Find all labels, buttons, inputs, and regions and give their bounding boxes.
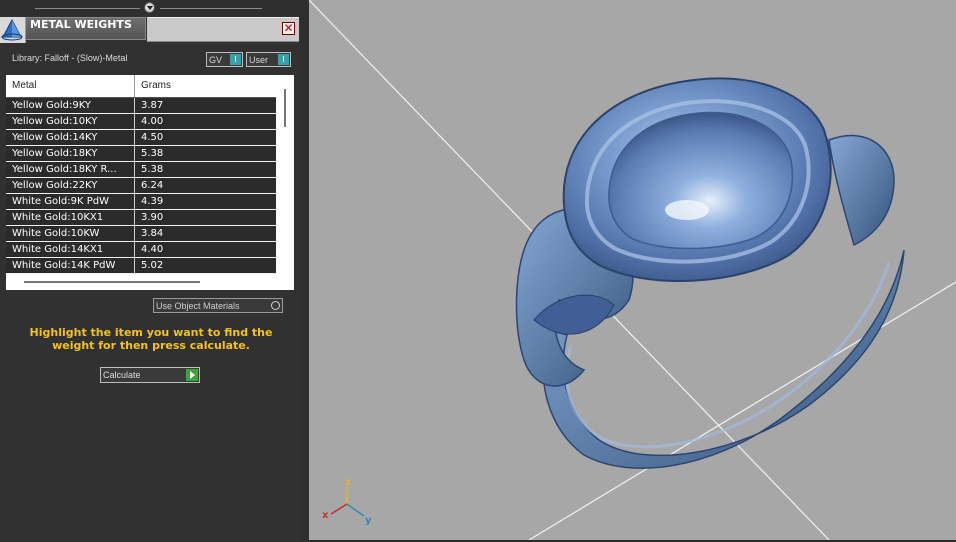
metal-cell: White Gold:10KX1 — [12, 212, 104, 223]
ring-model[interactable] — [515, 77, 905, 469]
metal-cell: Yellow Gold:10KY — [12, 116, 98, 127]
z-axis-label: z — [345, 477, 351, 488]
table-row[interactable]: Yellow Gold:18KY 5.38 — [6, 146, 276, 162]
header-bar: ✕ — [147, 17, 299, 42]
panel-divider — [300, 0, 309, 542]
metal-cell: White Gold:14K PdW — [12, 260, 116, 271]
gv-field-label: GV — [209, 55, 223, 65]
grams-cell: 5.38 — [134, 146, 163, 161]
column-header-grams[interactable]: Grams — [134, 75, 171, 97]
grams-cell: 5.02 — [134, 258, 163, 273]
user-field-label: User — [249, 55, 269, 65]
use-object-materials-option[interactable]: Use Object Materials — [153, 298, 283, 313]
horizontal-scrollbar[interactable] — [24, 281, 200, 283]
metal-cell: Yellow Gold:22KY — [12, 180, 98, 191]
metal-cell: White Gold:14KX1 — [12, 244, 104, 255]
column-header-metal[interactable]: Metal — [12, 75, 36, 97]
3d-viewport[interactable]: z x y — [309, 0, 956, 540]
ring-side-element — [828, 134, 895, 247]
table-row[interactable]: Yellow Gold:14KY 4.50 — [6, 130, 276, 146]
vertical-scrollbar[interactable] — [284, 89, 286, 127]
calculate-button[interactable]: Calculate — [100, 367, 200, 383]
table-row[interactable]: White Gold:14K PdW 5.02 — [6, 258, 276, 274]
panel-collapse-bar — [0, 0, 300, 16]
viewport-scene: z x y — [309, 0, 956, 540]
radio-icon[interactable] — [271, 301, 280, 310]
table-row[interactable]: Yellow Gold:10KY 4.00 — [6, 114, 276, 130]
user-field[interactable]: User I — [246, 52, 291, 67]
divider-line — [160, 8, 262, 9]
table-row[interactable]: Yellow Gold:22KY 6.24 — [6, 178, 276, 194]
chevron-down-icon[interactable] — [144, 2, 155, 13]
close-icon[interactable]: ✕ — [282, 22, 295, 35]
panel-header: METAL WEIGHTS ✕ — [0, 17, 300, 43]
grams-cell: 3.84 — [134, 226, 163, 241]
y-axis-line — [346, 503, 365, 517]
metal-weights-panel: METAL WEIGHTS ✕ Library: Falloff - (Slow… — [0, 0, 300, 542]
instruction-text: Highlight the item you want to find the … — [29, 326, 273, 352]
table-row[interactable]: White Gold:10KW 3.84 — [6, 226, 276, 242]
table-row[interactable]: Yellow Gold:9KY 3.87 — [6, 98, 276, 114]
grams-cell: 6.24 — [134, 178, 163, 193]
metal-cell: White Gold:9K PdW — [12, 196, 109, 207]
table-row[interactable]: White Gold:9K PdW 4.39 — [6, 194, 276, 210]
x-axis-line — [330, 503, 348, 515]
grams-cell: 4.50 — [134, 130, 163, 145]
library-label: Library: Falloff - (Slow)-Metal — [12, 53, 128, 63]
x-axis-label: x — [322, 510, 329, 521]
grams-cell: 4.40 — [134, 242, 163, 257]
use-object-materials-label: Use Object Materials — [156, 301, 240, 311]
stone-highlight — [665, 200, 709, 220]
grams-cell: 3.87 — [134, 98, 163, 113]
metal-table: Metal Grams Yellow Gold:9KY 3.87 Yellow G… — [6, 75, 294, 290]
metal-cell: Yellow Gold:9KY — [12, 100, 91, 111]
axis-triad: z x y — [322, 477, 372, 526]
user-field-button[interactable]: I — [278, 54, 289, 65]
y-axis-label: y — [365, 515, 372, 526]
gv-field-button[interactable]: I — [230, 54, 241, 65]
metal-cell: Yellow Gold:14KY — [12, 132, 98, 143]
grams-cell: 3.90 — [134, 210, 163, 225]
panel-title: METAL WEIGHTS — [26, 17, 146, 40]
divider-line — [35, 8, 140, 9]
metal-cell: White Gold:10KW — [12, 228, 100, 239]
calculate-label: Calculate — [103, 370, 141, 380]
table-row[interactable]: White Gold:14KX1 4.40 — [6, 242, 276, 258]
grams-cell: 5.38 — [134, 162, 163, 177]
gv-field[interactable]: GV I — [206, 52, 243, 67]
metal-cell: Yellow Gold:18KY R... — [12, 164, 117, 175]
table-row[interactable]: White Gold:10KX1 3.90 — [6, 210, 276, 226]
pyramid-icon — [0, 17, 26, 43]
table-header: Metal Grams — [6, 75, 276, 98]
play-arrow-icon[interactable] — [186, 369, 198, 381]
grams-cell: 4.39 — [134, 194, 163, 209]
table-row[interactable]: Yellow Gold:18KY R... 5.38 — [6, 162, 276, 178]
table-body: Yellow Gold:9KY 3.87 Yellow Gold:10KY 4.00… — [6, 98, 276, 274]
grams-cell: 4.00 — [134, 114, 163, 129]
metal-cell: Yellow Gold:18KY — [12, 148, 98, 159]
